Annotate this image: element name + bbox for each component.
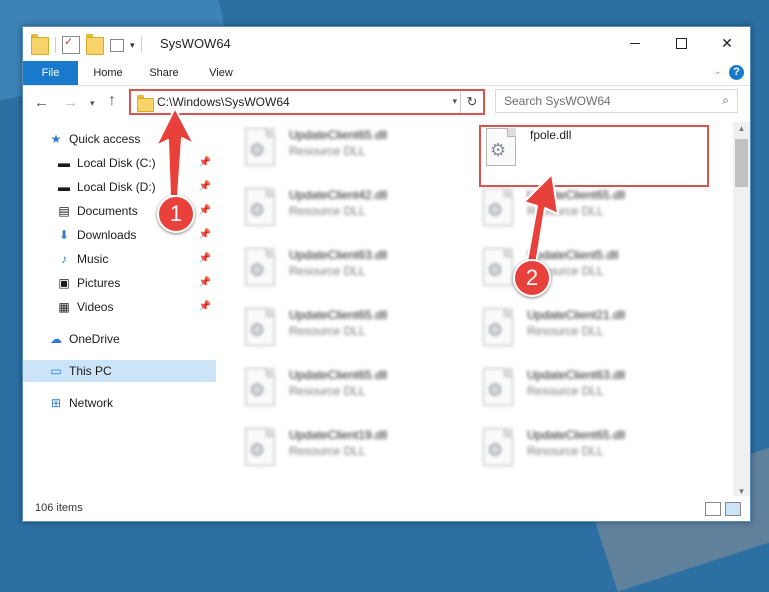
annotation-arrows <box>155 107 559 265</box>
arrow-2 <box>523 173 559 265</box>
step-badge-1: 1 <box>157 195 195 233</box>
step-badge-2: 2 <box>513 259 551 297</box>
arrow-1 <box>155 107 195 197</box>
